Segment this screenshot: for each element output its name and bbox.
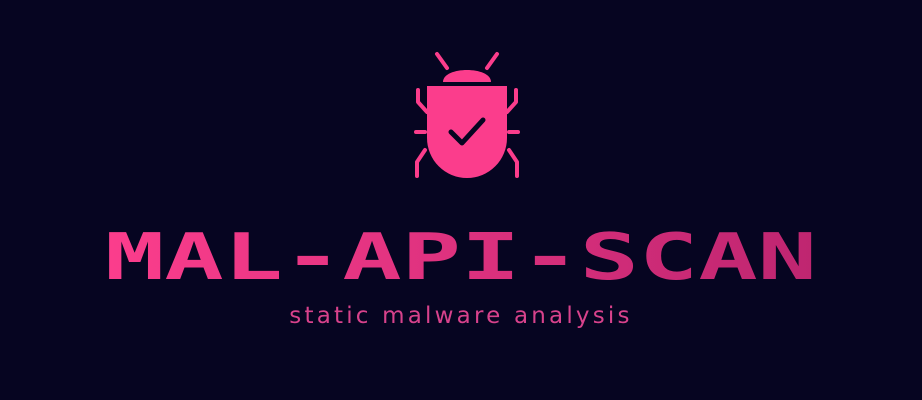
tagline: static malware analysis [289, 303, 633, 329]
logo-banner: MAL-API-SCAN static malware analysis [0, 0, 922, 400]
bug-check-icon [414, 52, 520, 178]
brand-title-text: MAL-API-SCAN [105, 224, 817, 288]
brand-title: MAL-API-SCAN [105, 224, 817, 288]
